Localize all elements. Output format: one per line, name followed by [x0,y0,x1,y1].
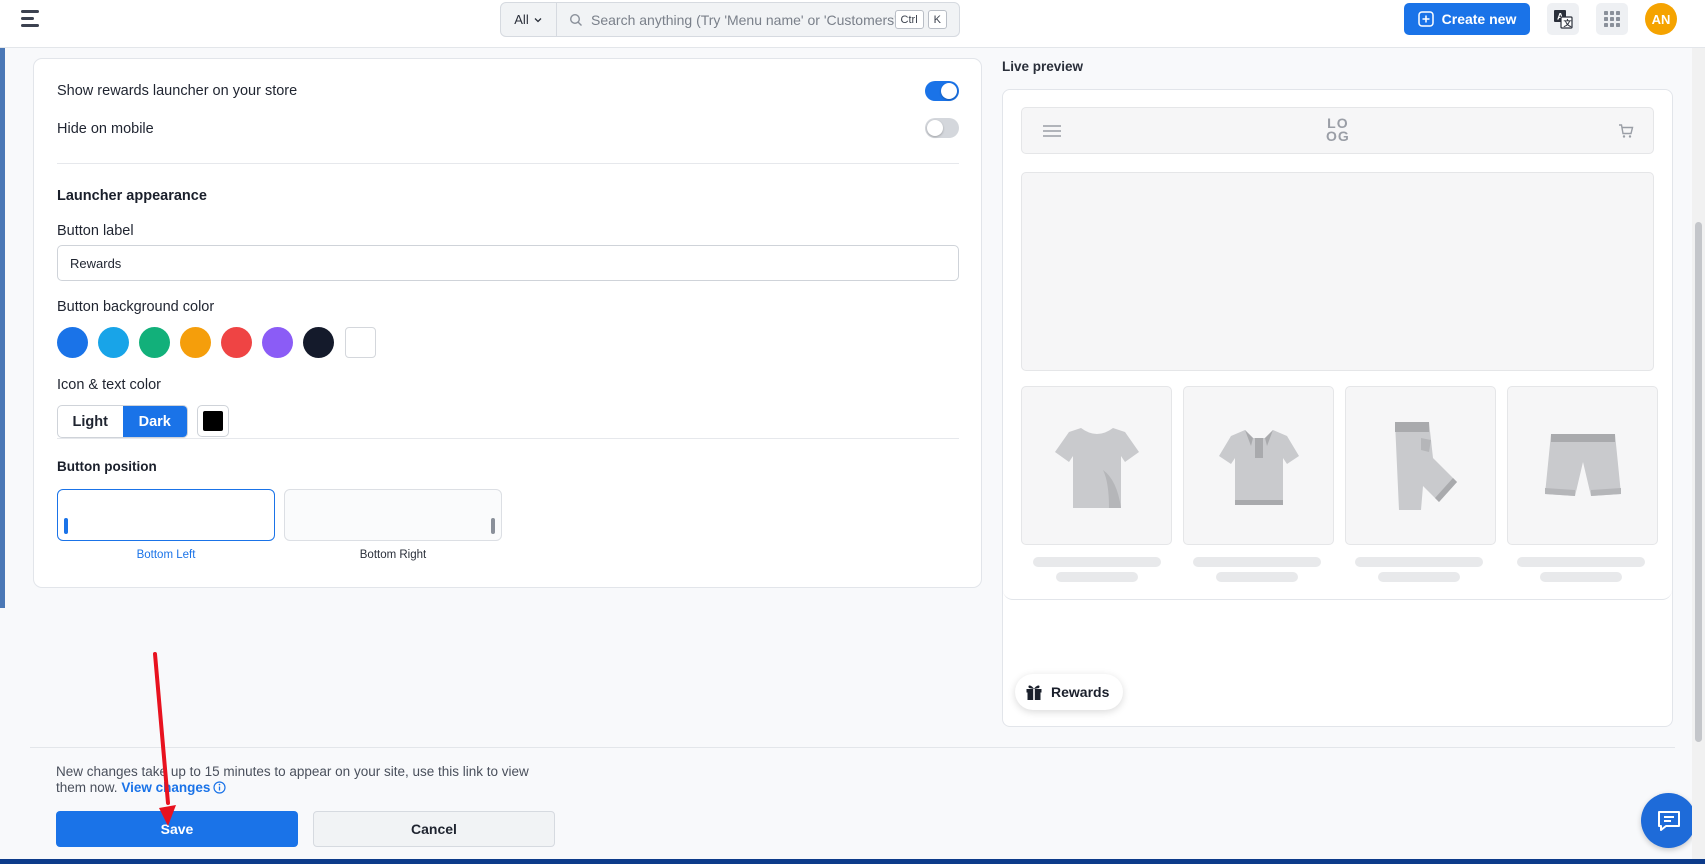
launcher-appearance-title: Launcher appearance [57,188,207,204]
preview-store: LO OG [1003,90,1672,600]
button-label-input[interactable] [57,245,959,281]
color-swatch-purple[interactable] [262,327,293,358]
launcher-settings-card: Show rewards launcher on your store Hide… [33,58,982,588]
apps-grid-icon [1604,11,1620,27]
menu-icon [1043,125,1061,137]
save-button[interactable]: Save [56,811,298,847]
bottom-strip [0,859,1705,864]
icon-text-color-toggle: Light Dark [57,405,188,438]
changes-note: New changes take up to 15 minutes to app… [56,764,546,796]
hide-mobile-toggle[interactable] [925,118,959,138]
button-label-title: Button label [57,223,134,239]
preview-product [1021,386,1172,545]
logo-bottom: OG [1326,128,1350,144]
jeans-icon [1394,421,1457,510]
color-swatch-red[interactable] [221,327,252,358]
store-logo: LO OG [1326,116,1350,144]
kbd-k: K [927,10,947,29]
polo-shirt-icon [1218,429,1299,505]
preview-product [1345,386,1496,545]
menu-icon[interactable] [21,10,43,28]
position-bottom-right[interactable] [284,489,502,541]
scrollbar-thumb[interactable] [1695,222,1702,742]
bottom-left-caption: Bottom Left [136,549,196,561]
bg-color-title: Button background color [57,299,215,315]
search-scope-label: All [514,12,529,27]
button-position-title: Button position [57,459,157,474]
rewards-launcher-preview[interactable]: Rewards [1015,674,1124,710]
dark-option[interactable]: Dark [122,406,187,437]
show-launcher-label: Show rewards launcher on your store [57,83,298,99]
preview-nav: LO OG [1021,107,1654,154]
search-input[interactable] [583,11,895,28]
cancel-button[interactable]: Cancel [313,811,555,847]
color-swatch-dark[interactable] [303,327,334,358]
position-bottom-left[interactable] [57,489,275,541]
gift-icon [1026,685,1042,700]
svg-text:文: 文 [1564,18,1573,28]
hide-mobile-label: Hide on mobile [57,121,154,137]
color-swatch-sky[interactable] [98,327,129,358]
divider [57,163,959,164]
footer-divider [30,747,1675,748]
preview-hero [1021,172,1654,371]
left-edge-strip [0,48,5,608]
top-bar: All Ctrl K Create new A文 AN [0,0,1705,48]
tshirt-icon [1054,427,1139,508]
cart-icon [1619,124,1634,138]
user-avatar[interactable]: AN [1645,3,1677,35]
live-preview-frame: LO OG Rewards [1002,89,1673,727]
preview-product [1183,386,1334,545]
divider [57,438,959,439]
color-swatch-green[interactable] [139,327,170,358]
icon-text-color-title: Icon & text color [57,377,161,393]
info-icon [213,781,226,794]
kbd-ctrl: Ctrl [894,10,924,29]
global-search: All Ctrl K [500,2,960,37]
translate-button[interactable]: A文 [1547,3,1579,35]
chat-icon [1657,810,1680,831]
search-icon [569,13,582,26]
chevron-down-icon [534,17,542,22]
light-option[interactable]: Light [58,406,123,437]
color-swatch-orange[interactable] [180,327,211,358]
live-preview-title: Live preview [1002,59,1084,74]
color-swatch-blue[interactable] [57,327,88,358]
apps-button[interactable] [1596,3,1628,35]
rewards-label: Rewards [1051,684,1110,700]
plus-square-icon [1417,11,1434,27]
preview-product [1507,386,1658,545]
show-launcher-toggle[interactable] [925,81,959,101]
translate-icon: A文 [1554,10,1573,29]
chat-button[interactable] [1641,793,1696,848]
icon-color-picker[interactable] [197,405,229,437]
color-swatch-custom[interactable] [345,327,376,358]
view-changes-link[interactable]: View changes [121,780,210,795]
create-new-label: Create new [1441,11,1517,27]
shorts-icon [1544,433,1621,496]
bottom-right-caption: Bottom Right [359,549,427,561]
search-scope-select[interactable]: All [501,3,557,36]
create-new-button[interactable]: Create new [1404,3,1530,35]
